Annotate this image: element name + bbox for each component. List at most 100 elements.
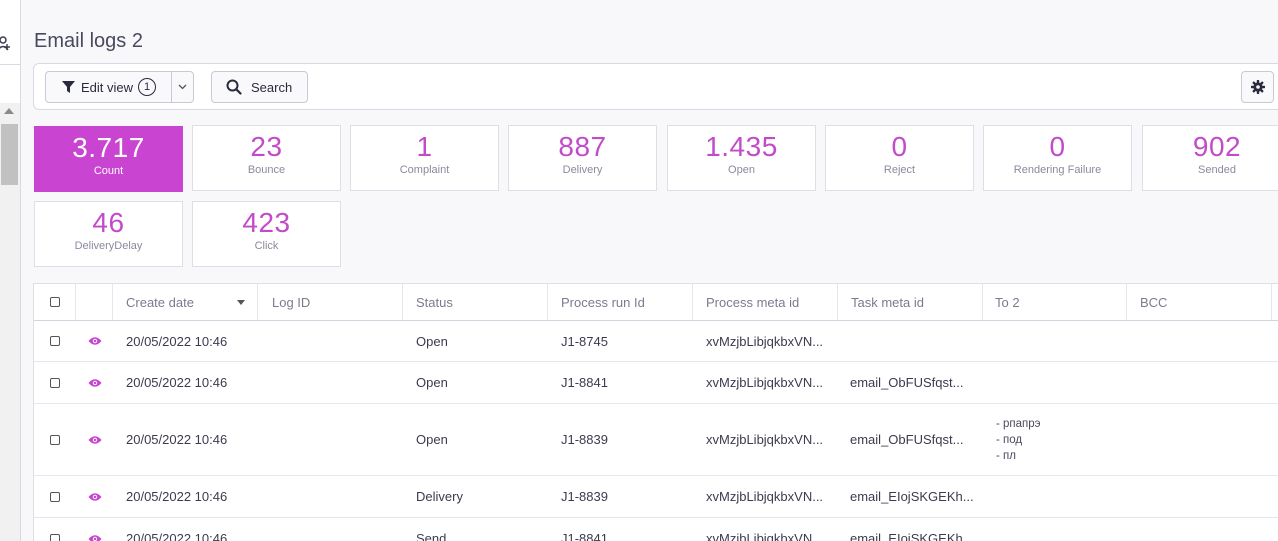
status-cell: Open	[416, 375, 448, 390]
stat-card-bounce[interactable]: 23 Bounce	[192, 125, 341, 191]
view-cell	[76, 321, 113, 361]
row-select-cell	[34, 362, 76, 403]
user-add-icon[interactable]	[0, 33, 20, 59]
stat-value: 423	[242, 207, 291, 238]
stat-label: Click	[254, 240, 279, 252]
header-label: Task meta id	[851, 294, 924, 310]
toolbar: Edit view 1 Search	[33, 63, 1278, 110]
edit-view-dropdown-button[interactable]	[171, 71, 194, 103]
edit-view-button[interactable]: Edit view 1	[45, 71, 172, 103]
header-label: To 2	[995, 294, 1020, 310]
process-meta-id-cell: xvMzjbLibjqkbxVN...	[706, 375, 824, 390]
eye-icon[interactable]	[88, 435, 102, 445]
stat-value: 3.717	[72, 132, 145, 163]
stat-label: Reject	[883, 164, 916, 176]
process-meta-id-cell: xvMzjbLibjqkbxVN...	[706, 432, 824, 447]
task-meta-id-cell: email_EIojSKGEKh...	[850, 489, 974, 504]
table-header: Create date Log ID Status Process run Id…	[34, 284, 1278, 321]
scroll-up-arrow-icon[interactable]	[4, 108, 14, 114]
stat-card-sended[interactable]: 902 Sended	[1142, 125, 1278, 191]
stat-card-count[interactable]: 3.717 Count	[34, 126, 183, 192]
header-process-run-id[interactable]: Process run Id	[548, 284, 693, 320]
row-select-cell	[34, 476, 76, 517]
header-label: Log ID	[272, 294, 311, 310]
row-checkbox[interactable]	[50, 491, 60, 502]
table-row[interactable]: 20/05/2022 10:46 Send J1-8841 xvMzjbLibj…	[34, 518, 1278, 541]
stat-label: Rendering Failure	[1013, 164, 1102, 176]
row-select-cell	[34, 321, 76, 361]
header-status[interactable]: Status	[403, 284, 548, 320]
create-date-cell: 20/05/2022 10:46	[126, 489, 228, 504]
status-cell: Open	[416, 432, 448, 447]
stat-card-click[interactable]: 423 Click	[192, 201, 341, 267]
header-label: BCC	[1140, 294, 1168, 310]
view-cell	[76, 404, 113, 475]
stat-label: Bounce	[247, 164, 286, 176]
stat-card-complaint[interactable]: 1 Complaint	[350, 125, 499, 191]
header-bcc[interactable]: BCC	[1127, 284, 1272, 320]
status-cell: Send	[416, 531, 447, 541]
status-cell: Delivery	[416, 489, 463, 504]
stat-card-reject[interactable]: 0 Reject	[825, 125, 974, 191]
stat-value: 23	[250, 131, 283, 162]
stat-card-delivery-delay[interactable]: 46 DeliveryDelay	[34, 201, 183, 267]
search-icon	[226, 79, 242, 95]
process-run-id-cell: J1-8745	[561, 333, 608, 349]
table-row[interactable]: 20/05/2022 10:46 Open J1-8745 xvMzjbLibj…	[34, 321, 1278, 362]
view-cell	[76, 362, 113, 403]
select-all-checkbox[interactable]	[49, 297, 60, 307]
header-to-2[interactable]: To 2	[983, 284, 1127, 320]
header-create-date[interactable]: Create date	[113, 284, 258, 320]
row-checkbox[interactable]	[50, 434, 60, 445]
header-process-meta-id[interactable]: Process meta id	[693, 284, 838, 320]
email-logs-table: Create date Log ID Status Process run Id…	[33, 283, 1278, 541]
recipient-list: - рпапрэ - под - пл	[996, 416, 1041, 464]
eye-icon[interactable]	[88, 336, 102, 346]
filter-icon	[62, 81, 75, 93]
stat-label: Open	[728, 164, 755, 176]
to-2-cell: - рпапрэ - под - пл	[983, 404, 1041, 475]
row-checkbox[interactable]	[50, 377, 60, 388]
stat-label: Sended	[1198, 164, 1236, 176]
header-label: Create date	[126, 294, 194, 310]
row-checkbox[interactable]	[50, 336, 60, 346]
stat-label: Complaint	[399, 164, 450, 176]
stat-label: DeliveryDelay	[74, 240, 143, 252]
process-meta-id-cell: xvMzjbLibjqkbxVN...	[706, 531, 824, 541]
header-label: Process meta id	[706, 294, 800, 310]
search-button[interactable]: Search	[211, 71, 308, 103]
header-label: Status	[416, 294, 453, 310]
stat-value: 0	[891, 131, 908, 162]
eye-icon[interactable]	[88, 534, 102, 541]
stat-value: 0	[1049, 131, 1066, 162]
eye-icon[interactable]	[88, 492, 102, 502]
table-row[interactable]: 20/05/2022 10:46 Open J1-8839 xvMzjbLibj…	[34, 404, 1278, 476]
table-row[interactable]: 20/05/2022 10:46 Open J1-8841 xvMzjbLibj…	[34, 362, 1278, 404]
recipient-item: - пл	[996, 449, 1016, 462]
view-cell	[76, 518, 113, 541]
settings-button[interactable]	[1241, 71, 1274, 103]
process-run-id-cell: J1-8839	[561, 489, 608, 504]
create-date-cell: 20/05/2022 10:46	[126, 375, 228, 390]
stat-card-delivery[interactable]: 887 Delivery	[508, 125, 657, 191]
process-run-id-cell: J1-8841	[561, 375, 608, 390]
task-meta-id-cell: email_ObFUSfqst...	[850, 432, 964, 447]
sort-desc-icon[interactable]	[237, 299, 245, 305]
scrollbar-thumb[interactable]	[1, 124, 18, 185]
stat-value: 902	[1192, 131, 1242, 162]
recipient-item: - под	[996, 433, 1023, 446]
table-row[interactable]: 20/05/2022 10:46 Delivery J1-8839 xvMzjb…	[34, 476, 1278, 518]
row-checkbox[interactable]	[50, 533, 60, 541]
eye-icon[interactable]	[88, 378, 102, 388]
chevron-down-icon	[178, 84, 187, 90]
filter-count-badge: 1	[138, 78, 157, 96]
header-log-id[interactable]: Log ID	[258, 284, 403, 320]
create-date-cell: 20/05/2022 10:46	[126, 333, 228, 349]
stat-value: 1.435	[705, 131, 778, 162]
stat-card-rendering-failure[interactable]: 0 Rendering Failure	[983, 125, 1132, 191]
header-label: Process run Id	[561, 294, 645, 310]
process-meta-id-cell: xvMzjbLibjqkbxVN...	[706, 333, 824, 349]
status-cell: Open	[416, 333, 448, 349]
stat-card-open[interactable]: 1.435 Open	[667, 125, 816, 191]
header-task-meta-id[interactable]: Task meta id	[838, 284, 983, 320]
